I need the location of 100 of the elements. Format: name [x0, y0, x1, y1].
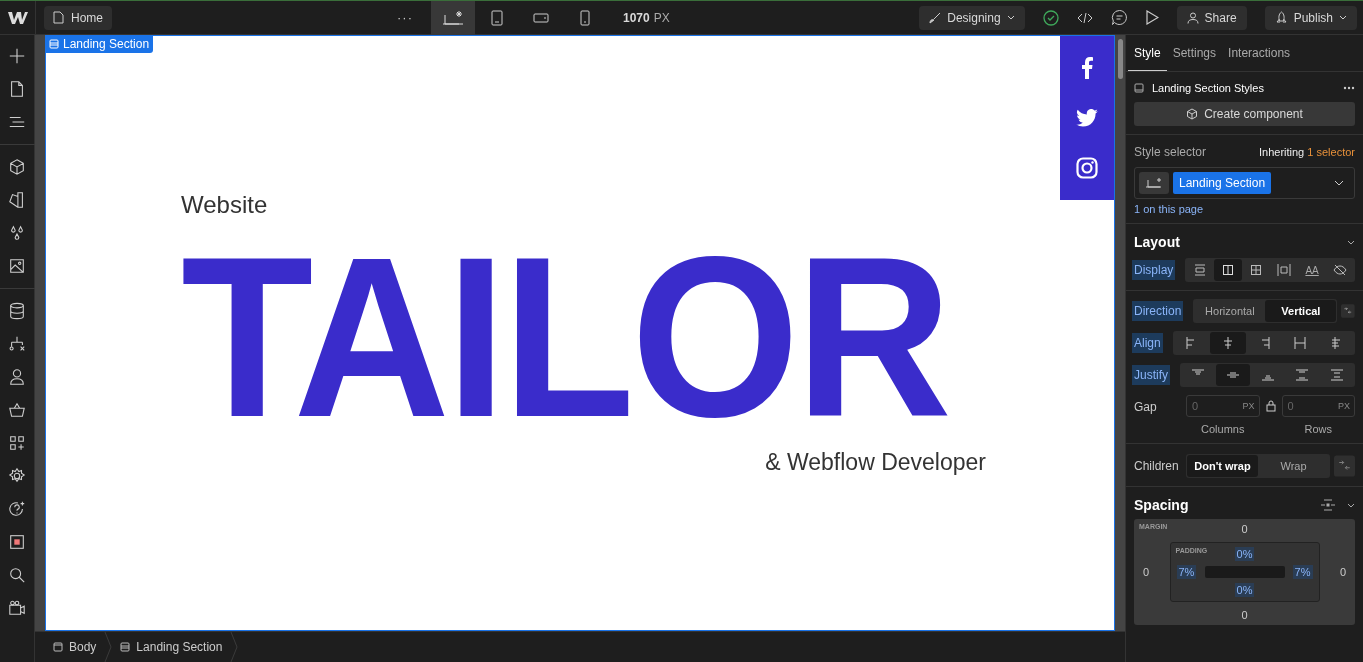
- justify-icon: [1330, 369, 1343, 381]
- mode-dropdown[interactable]: Designing: [919, 5, 1025, 30]
- chevron-icon[interactable]: [1347, 502, 1355, 508]
- display-option[interactable]: [1214, 259, 1243, 281]
- panel-tab[interactable]: Settings: [1166, 35, 1223, 71]
- share-button[interactable]: Share: [1176, 5, 1247, 30]
- logo-icon: [7, 10, 28, 25]
- spacing-icon[interactable]: [1321, 499, 1335, 511]
- section-icon: [1134, 83, 1144, 93]
- chevron-icon[interactable]: [1347, 239, 1355, 245]
- property-label: Justify: [1132, 365, 1170, 385]
- section-icon: [49, 39, 59, 49]
- gear-icon[interactable]: [8, 467, 26, 485]
- play-icon[interactable]: [1145, 10, 1159, 25]
- margin-value[interactable]: 0: [1232, 609, 1257, 621]
- brush-icon: [929, 11, 942, 24]
- columns-icon: [1222, 264, 1235, 276]
- display-option[interactable]: AA: [1298, 259, 1327, 281]
- breadcrumb[interactable]: Body: [45, 640, 105, 654]
- cube-icon[interactable]: [8, 158, 26, 176]
- reverse-icon[interactable]: [1334, 454, 1355, 478]
- field-caption: Columns: [1201, 423, 1245, 435]
- desktop-icon: [443, 9, 463, 26]
- swatch-icon[interactable]: [8, 191, 26, 209]
- styles-title: Landing Section Styles: [1152, 82, 1264, 94]
- caret-icon: [1006, 15, 1015, 20]
- property-label: Align: [1132, 333, 1163, 353]
- property-label: Direction: [1132, 301, 1184, 321]
- style-selector-field[interactable]: Landing Section: [1134, 167, 1355, 199]
- rocket-icon: [1274, 11, 1288, 24]
- apps-icon[interactable]: [8, 434, 26, 452]
- scrollbar[interactable]: [1118, 39, 1123, 79]
- help-icon[interactable]: [8, 500, 26, 518]
- facebook-icon[interactable]: [1081, 57, 1093, 79]
- image-icon[interactable]: [8, 257, 26, 275]
- eyebrow-text: Website: [181, 191, 268, 219]
- flow-icon[interactable]: [8, 335, 26, 353]
- lock-icon[interactable]: [1265, 400, 1276, 412]
- headline: TAILOR: [181, 237, 949, 437]
- page-icon[interactable]: [8, 80, 26, 98]
- usage-count: 1 on this page: [1134, 203, 1205, 215]
- wrap-option[interactable]: Wrap: [1258, 455, 1329, 477]
- page-button[interactable]: Home: [44, 5, 112, 30]
- eye-slash-icon: [1333, 264, 1347, 276]
- comment-icon[interactable]: [1110, 9, 1128, 26]
- block-icon: [1194, 264, 1207, 276]
- margin-value[interactable]: 0: [1331, 566, 1355, 578]
- property-label: Gap: [1134, 399, 1158, 416]
- inheriting-label: Inheriting: [1258, 146, 1305, 158]
- database-icon[interactable]: [8, 302, 26, 320]
- wrap-option[interactable]: Don't wrap: [1187, 455, 1258, 477]
- create-component-button[interactable]: Create component: [1134, 102, 1355, 126]
- breadcrumb[interactable]: Landing Section: [112, 640, 231, 654]
- justify-option[interactable]: [1215, 364, 1251, 386]
- margin-value[interactable]: 0: [1232, 523, 1257, 535]
- bird-icon[interactable]: [1076, 109, 1098, 127]
- field-caption: Rows: [1304, 423, 1332, 435]
- user-icon[interactable]: [8, 368, 26, 386]
- square-icon[interactable]: [8, 533, 26, 551]
- section-icon: [120, 642, 131, 652]
- align-icon: [1329, 337, 1342, 349]
- padding-value[interactable]: 7%: [1292, 565, 1313, 579]
- basket-icon[interactable]: [8, 401, 26, 419]
- align-icon: [1221, 337, 1234, 349]
- property-label: Children: [1134, 458, 1180, 475]
- justify-icon: [1296, 369, 1309, 381]
- plus-icon[interactable]: [8, 47, 26, 65]
- class-icon: [1139, 172, 1169, 194]
- phone-landscape-icon: [533, 12, 549, 23]
- margin-value[interactable]: 0: [1134, 566, 1158, 578]
- inherit-count[interactable]: 1 selector: [1307, 146, 1355, 158]
- more-button[interactable]: ···: [397, 10, 413, 25]
- search-icon[interactable]: [8, 566, 26, 584]
- class-chip[interactable]: Landing Section: [1173, 172, 1272, 194]
- direction-option[interactable]: Horizontal: [1194, 300, 1266, 322]
- chevron-icon[interactable]: [1334, 180, 1344, 186]
- padding-value[interactable]: 0%: [1234, 547, 1255, 561]
- spacing-heading: Spacing: [1134, 497, 1189, 513]
- selection-label[interactable]: Landing Section: [45, 35, 154, 53]
- padding-value[interactable]: 0%: [1234, 583, 1255, 597]
- style-selector-label: Style selector: [1134, 145, 1207, 159]
- caret-icon: [1339, 15, 1347, 20]
- code-icon[interactable]: [1076, 10, 1093, 25]
- unit-label: PX: [1338, 401, 1350, 411]
- breakpoint-button[interactable]: [431, 0, 475, 35]
- panel-tab[interactable]: Interactions: [1222, 35, 1297, 71]
- panel-tab[interactable]: Style: [1128, 35, 1167, 71]
- unit-label: PX: [1242, 401, 1255, 411]
- check-circle-icon[interactable]: [1042, 9, 1059, 26]
- property-label: Display: [1132, 260, 1176, 280]
- direction-option[interactable]: Vertical: [1265, 300, 1337, 322]
- camera-icon[interactable]: [1076, 157, 1098, 179]
- publish-button[interactable]: Publish: [1264, 5, 1357, 30]
- padding-value[interactable]: 7%: [1176, 565, 1197, 579]
- more-icon[interactable]: [1343, 86, 1355, 90]
- drops-icon[interactable]: [8, 224, 26, 242]
- body-icon: [53, 642, 63, 652]
- video-icon[interactable]: [8, 599, 26, 617]
- layout-heading: Layout: [1134, 234, 1180, 250]
- align-option[interactable]: [1209, 332, 1246, 354]
